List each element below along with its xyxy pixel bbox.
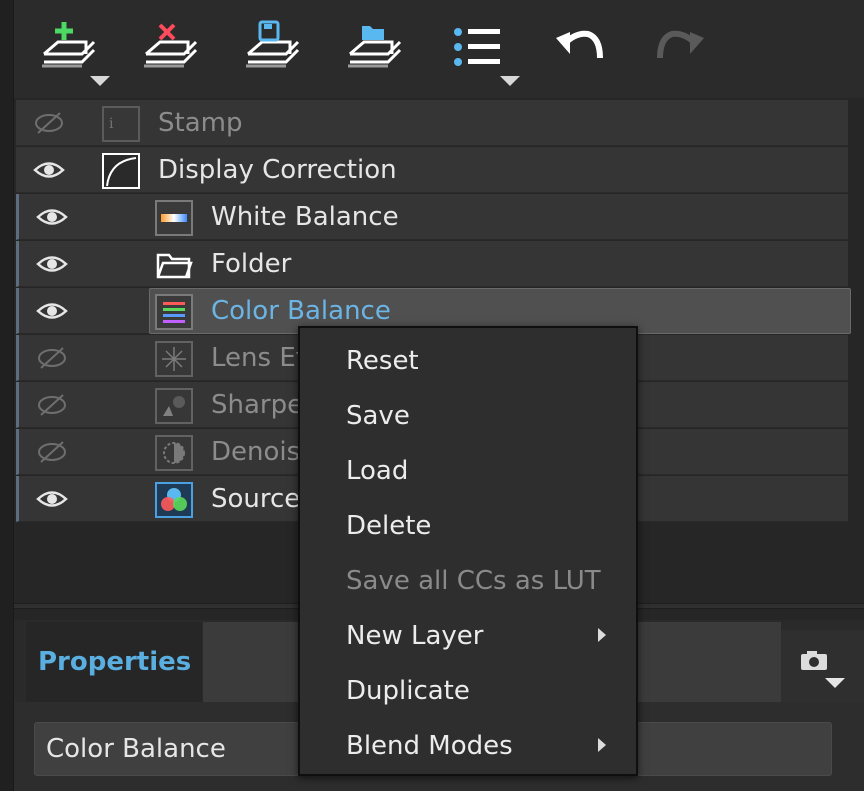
- open-layers-button[interactable]: [344, 18, 414, 82]
- layer-row-folder[interactable]: Folder: [16, 241, 848, 287]
- eye-hidden-icon[interactable]: [35, 393, 69, 417]
- layer-label: Stamp: [158, 108, 243, 138]
- layer-label: Display Correction: [158, 155, 397, 185]
- layer-label: Sharpe: [211, 390, 304, 420]
- properties-tab-label: Properties: [38, 647, 192, 677]
- menu-item-label: Blend Modes: [346, 731, 513, 761]
- layer-label: Lens Ef: [211, 343, 305, 373]
- layers-save-icon: [246, 20, 300, 68]
- submenu-arrow-icon: [598, 738, 606, 752]
- eye-icon[interactable]: [35, 487, 69, 511]
- lens-effect-icon: [155, 341, 193, 377]
- layer-label: Source: [211, 484, 301, 514]
- delete-layer-button[interactable]: [140, 18, 210, 82]
- layer-name-value: Color Balance: [46, 734, 226, 764]
- camera-icon: [801, 651, 845, 688]
- eye-icon[interactable]: [35, 299, 69, 323]
- sharpen-icon: [155, 388, 193, 424]
- menu-item-save[interactable]: Save: [300, 393, 636, 441]
- curve-icon: [102, 153, 140, 189]
- white-balance-icon: [155, 200, 193, 236]
- undo-button[interactable]: [550, 18, 620, 82]
- menu-item-load[interactable]: Load: [300, 448, 636, 496]
- layer-label: Color Balance: [211, 296, 391, 326]
- denoise-icon: [155, 435, 193, 471]
- eye-hidden-icon[interactable]: [35, 440, 69, 464]
- menu-item-label: Save all CCs as LUT: [346, 566, 601, 596]
- menu-item-blend-modes[interactable]: Blend Modes: [300, 723, 636, 771]
- menu-item-label: Delete: [346, 511, 432, 541]
- menu-item-delete[interactable]: Delete: [300, 503, 636, 551]
- svg-text:i: i: [109, 116, 114, 132]
- menu-item-reset[interactable]: Reset: [300, 338, 636, 386]
- redo-icon: [657, 30, 704, 59]
- redo-button[interactable]: [652, 18, 722, 82]
- add-layer-button[interactable]: [38, 18, 110, 86]
- layer-row-display-correction[interactable]: Display Correction: [16, 147, 848, 193]
- list-view-dropdown-arrow[interactable]: [500, 76, 520, 86]
- undo-icon: [556, 30, 603, 59]
- layer-row-white-balance[interactable]: White Balance: [16, 194, 848, 240]
- source-icon: [155, 482, 193, 518]
- eye-hidden-icon[interactable]: [35, 346, 69, 370]
- menu-item-label: New Layer: [346, 621, 484, 651]
- menu-item-duplicate[interactable]: Duplicate: [300, 668, 636, 716]
- folder-icon: [155, 247, 193, 283]
- context-menu: Reset Save Load Delete Save all CCs as L…: [298, 326, 638, 776]
- layer-row-stamp[interactable]: i Stamp: [16, 100, 848, 146]
- menu-item-label: Load: [346, 456, 409, 486]
- layer-label: White Balance: [211, 202, 399, 232]
- menu-item-label: Save: [346, 401, 410, 431]
- eye-icon[interactable]: [32, 158, 66, 182]
- add-layer-dropdown-arrow[interactable]: [90, 76, 110, 86]
- layers-folder-icon: [348, 26, 402, 68]
- layers-plus-icon: [42, 22, 96, 68]
- menu-item-label: Reset: [346, 346, 419, 376]
- list-icon: [454, 28, 500, 66]
- list-view-button[interactable]: [448, 18, 520, 86]
- eye-icon[interactable]: [35, 205, 69, 229]
- save-layers-button[interactable]: [242, 18, 312, 82]
- menu-item-new-layer[interactable]: New Layer: [300, 613, 636, 661]
- info-icon: i: [102, 106, 140, 142]
- layer-label: Folder: [211, 249, 292, 279]
- eye-hidden-icon[interactable]: [32, 111, 66, 135]
- color-balance-icon: [155, 294, 193, 330]
- left-edge: [0, 0, 14, 791]
- layer-label: Denois: [211, 437, 301, 467]
- camera-button[interactable]: [781, 630, 864, 702]
- toolbar: [14, 0, 864, 98]
- layers-x-icon: [144, 23, 198, 68]
- menu-item-label: Duplicate: [346, 676, 470, 706]
- eye-icon[interactable]: [35, 252, 69, 276]
- submenu-arrow-icon: [598, 628, 606, 642]
- menu-item-save-all-ccs-as-lut: Save all CCs as LUT: [300, 558, 636, 606]
